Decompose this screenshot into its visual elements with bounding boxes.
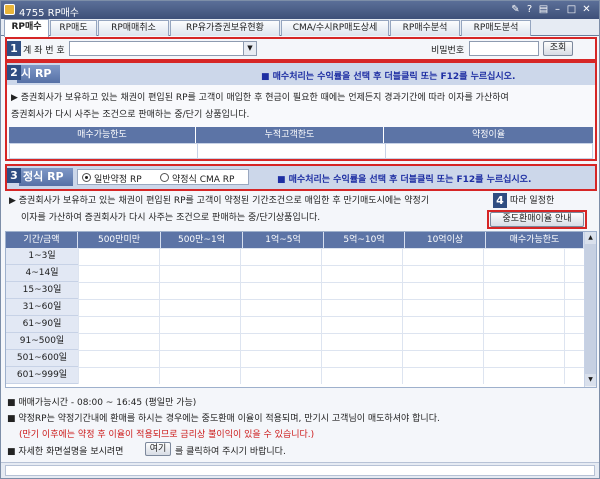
- fixed-rp-desc-line1: ▶ 증권회사가 보유하고 있는 채권이 편입된 RP를 고객이 약정된 기간조건…: [9, 196, 430, 206]
- minimize-icon[interactable]: –: [552, 3, 563, 16]
- scroll-down-icon[interactable]: ▼: [585, 374, 596, 386]
- free-rp-desc-line2: 증권회사가 다시 사주는 조건으로 판매하는 중/단기 상품입니다.: [11, 110, 250, 120]
- radio-general-label[interactable]: 일반약정 RP: [94, 172, 142, 185]
- grid-row-label: 31~60일: [6, 299, 78, 316]
- fixed-rp-desc-line2: 이자를 가산하여 증권회사가 다시 사주는 조건으로 판매하는 중/단기상품입니…: [21, 213, 321, 223]
- tab-strip: RP매수 RP매도 RP매매취소 RP유가증권보유현황 CMA/수시RP매도상세…: [1, 19, 599, 37]
- rate-grid: 기간/금액 500만미만 500만~1억 1억~5억 5억~10억 10억이상 …: [5, 231, 597, 388]
- grid-row-label: 601~999일: [6, 367, 78, 384]
- menu-icon[interactable]: ▤: [538, 3, 549, 16]
- help-here-button[interactable]: 여기: [145, 442, 171, 456]
- free-rp-notice: ■ 매수처리는 수익률을 선택 후 더블클릭 또는 F12를 누르십시오.: [261, 72, 516, 82]
- account-label: 계 좌 번 호: [23, 46, 65, 56]
- free-rp-header-bar: 시 RP ■ 매수처리는 수익률을 선택 후 더블클릭 또는 F12를 누르십시…: [7, 63, 595, 85]
- grid-row-label: 1~3일: [6, 248, 78, 265]
- password-label: 비밀번호: [431, 46, 465, 56]
- grid-header-100m-500m: 1억~5억: [243, 232, 324, 248]
- password-field[interactable]: [469, 41, 539, 56]
- scroll-up-icon[interactable]: ▲: [585, 232, 596, 244]
- title-bar: 4755 RP매수 ✎ ? ▤ – □ ✕: [1, 1, 599, 19]
- account-select[interactable]: ▼: [69, 41, 257, 56]
- divider: [385, 144, 386, 158]
- col-cumulative-limit: 누적고객한도: [196, 127, 384, 143]
- free-rp-values-row[interactable]: [9, 143, 593, 159]
- free-rp-title: 시 RP: [17, 65, 61, 83]
- grid-header-buy-limit: 매수가능한도: [486, 232, 584, 248]
- scroll-thumb[interactable]: [585, 244, 596, 374]
- query-button[interactable]: 조회: [543, 41, 573, 56]
- tab-rp-cancel[interactable]: RP매매취소: [98, 20, 169, 36]
- window-title: 4755 RP매수: [19, 8, 80, 19]
- grid-header-under-5m: 500만미만: [78, 232, 161, 248]
- maximize-icon[interactable]: □: [566, 3, 577, 16]
- radio-general-icon[interactable]: [82, 173, 91, 182]
- grid-header-5m-100m: 500만~1억: [161, 232, 243, 248]
- col-contract-rate: 약정이율: [384, 127, 593, 143]
- tab-cma-sell-detail[interactable]: CMA/수시RP매도상세: [281, 20, 389, 36]
- guide-button-highlight: 중도환매이율 안내: [487, 210, 587, 229]
- free-rp-section: 2 시 RP ■ 매수처리는 수익률을 선택 후 더블클릭 또는 F12를 누르…: [5, 61, 597, 161]
- account-section: 1 계 좌 번 호 ▼ 비밀번호 조회: [5, 37, 597, 61]
- footer-fixed-rp-note: ■ 약정RP는 약정기간내에 환매를 하시는 경우에는 중도환매 이율이 적용되…: [7, 414, 440, 424]
- grid-header-period: 기간/금액: [6, 232, 78, 248]
- pin-icon[interactable]: ✎: [510, 3, 521, 16]
- fixed-rp-header-bar: 정식 RP 일반약정 RP 약정식 CMA RP ■ 매수처리는 수익률을 선택…: [7, 166, 595, 189]
- col-buy-limit: 매수가능한도: [9, 127, 196, 143]
- divider: [197, 144, 198, 158]
- tab-rp-securities[interactable]: RP유가증권보유현황: [170, 20, 280, 36]
- rp-type-radio-group: 일반약정 RP 약정식 CMA RP: [77, 169, 249, 185]
- callout-1: 1: [7, 41, 21, 56]
- tab-rp-sell-analysis[interactable]: RP매도분석: [461, 20, 531, 36]
- fixed-rp-section: 3 정식 RP 일반약정 RP 약정식 CMA RP ■ 매수처리는 수익률을 …: [5, 164, 597, 191]
- app-icon: [4, 4, 15, 15]
- grid-row-label: 61~90일: [6, 316, 78, 333]
- radio-cma-label[interactable]: 약정식 CMA RP: [172, 172, 234, 185]
- free-rp-desc-line1: ▶ 증권회사가 보유하고 있는 채권이 편입된 RP를 고객이 매입한 후 현금…: [11, 93, 509, 103]
- early-redemption-rate-button[interactable]: 중도환매이율 안내: [490, 212, 584, 227]
- grid-row-label: 501~600일: [6, 350, 78, 367]
- grid-header-over-1b: 10억이상: [405, 232, 486, 248]
- tab-rp-sell[interactable]: RP매도: [50, 20, 97, 36]
- rp-buy-window: 4755 RP매수 ✎ ? ▤ – □ ✕ RP매수 RP매도 RP매매취소 R…: [0, 0, 600, 479]
- tab-rp-buy-analysis[interactable]: RP매수분석: [390, 20, 460, 36]
- tab-rp-buy[interactable]: RP매수: [4, 19, 49, 37]
- status-bar: [1, 462, 599, 478]
- help-icon[interactable]: ?: [524, 3, 535, 16]
- fixed-rp-desc-line1-end: 따라 일정한: [510, 196, 555, 206]
- grid-scrollbar[interactable]: ▲ ▼: [584, 232, 596, 387]
- fixed-rp-title: 정식 RP: [19, 168, 73, 186]
- grid-row-label: 91~500일: [6, 333, 78, 350]
- chevron-down-icon[interactable]: ▼: [243, 42, 256, 55]
- radio-cma-icon[interactable]: [160, 173, 169, 182]
- status-message-field: [5, 465, 595, 476]
- callout-4: 4: [493, 193, 507, 208]
- footer-help-text-end: 를 클릭하여 주시기 바랍니다.: [175, 447, 286, 457]
- radio-dot-icon: [85, 176, 88, 179]
- callout-2: 2: [7, 65, 21, 80]
- footer-warning: (만기 이후에는 약정 후 이율이 적용되므로 금리상 불이익이 있을 수 있습…: [19, 430, 315, 440]
- close-icon[interactable]: ✕: [581, 3, 592, 16]
- footer-trading-hours: ■ 매매가능시간 - 08:00 ~ 16:45 (평일만 가능): [7, 398, 197, 408]
- grid-row-label: 4~14일: [6, 265, 78, 282]
- grid-rate-cells[interactable]: [78, 248, 584, 384]
- fixed-rp-notice: ■ 매수처리는 수익률을 선택 후 더블클릭 또는 F12를 누르십시오.: [277, 175, 532, 185]
- grid-row-label: 15~30일: [6, 282, 78, 299]
- footer-help-text: ■ 자세한 화면설명을 보시려면: [7, 447, 124, 457]
- callout-3: 3: [7, 168, 21, 183]
- grid-header-500m-1b: 5억~10억: [324, 232, 405, 248]
